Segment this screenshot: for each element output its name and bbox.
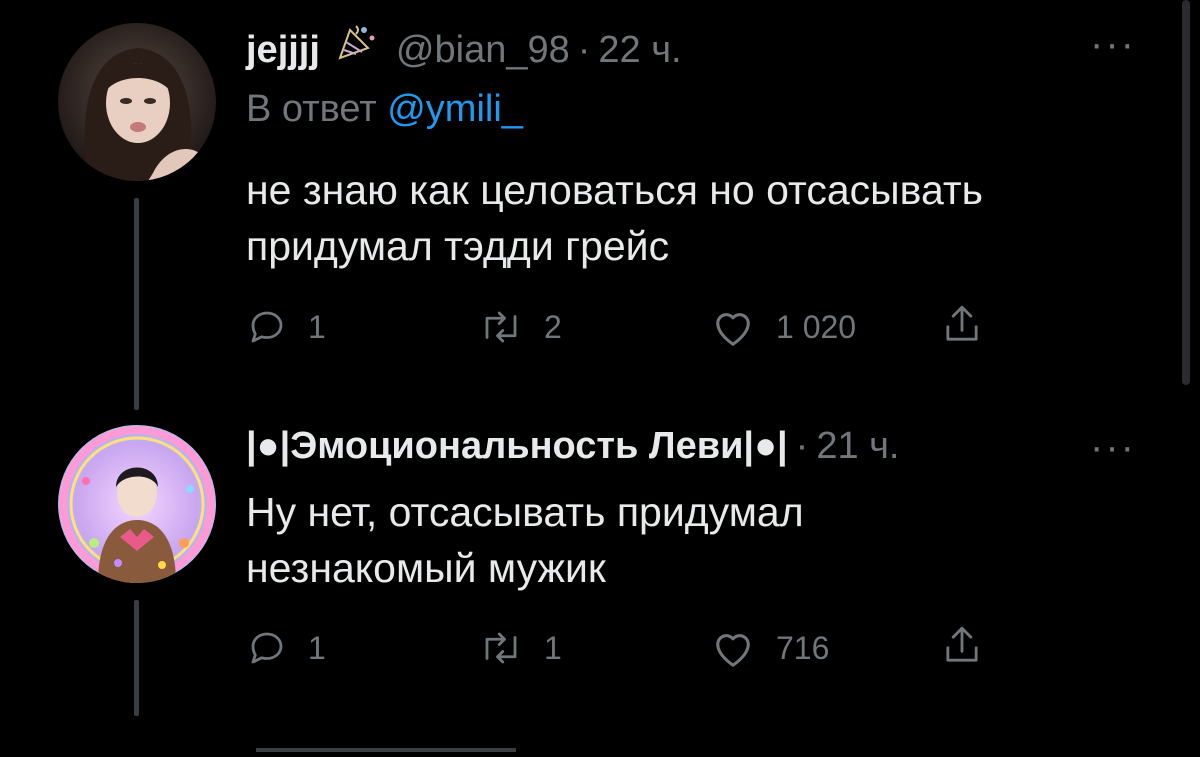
avatar-anime-image: [58, 425, 216, 583]
reply-mention-link[interactable]: @ymili_: [387, 88, 523, 130]
timestamp[interactable]: 22 ч.: [598, 29, 681, 72]
next-item-peek: [256, 748, 516, 752]
tweet-text-line: придумал тэдди грейс: [246, 223, 670, 269]
timestamp[interactable]: 21 ч.: [816, 425, 899, 468]
reply-count: 1: [308, 629, 326, 666]
reply-count: 1: [308, 308, 326, 345]
tweet-text-line: Ну нет, отсасывать придумал: [246, 489, 804, 535]
party-popper-emoji: [334, 22, 378, 62]
display-name[interactable]: jejjjj: [246, 29, 320, 72]
avatar-portrait-image: [58, 23, 216, 181]
display-name[interactable]: |●|Эмоциональность Леви|●|: [246, 425, 788, 468]
more-icon[interactable]: ···: [1090, 427, 1136, 467]
share-button[interactable]: [940, 623, 984, 669]
like-button[interactable]: 716: [710, 627, 829, 669]
handle[interactable]: @bian_98: [396, 29, 570, 72]
like-icon: [716, 313, 750, 346]
tweet-2-text: Ну нет, отсасывать придумал незнакомый м…: [246, 484, 804, 596]
tweet-text-line: незнакомый мужик: [246, 545, 606, 591]
reply-label: В ответ: [246, 88, 377, 130]
like-count: 1 020: [776, 308, 857, 345]
scrollbar[interactable]: [1182, 0, 1190, 385]
tweet-text-line: не знаю как целоваться но отсасывать: [246, 167, 983, 213]
retweet-button[interactable]: 1: [478, 627, 562, 669]
retweet-count: 2: [544, 308, 562, 345]
share-icon: [946, 305, 978, 341]
tweet-1-text: не знаю как целоваться но отсасывать при…: [246, 162, 983, 274]
retweet-icon: [485, 311, 517, 343]
reply-button[interactable]: 1: [246, 306, 326, 348]
thread-connector-1: [134, 198, 139, 410]
thread-connector-2: [134, 600, 139, 716]
separator: ·: [795, 425, 809, 467]
separator: ·: [577, 29, 591, 71]
avatar-jejjjj[interactable]: [58, 23, 216, 181]
like-count: 716: [776, 629, 830, 666]
share-button[interactable]: [940, 302, 984, 348]
reply-context: В ответ @ymili_: [246, 88, 523, 131]
like-icon: [716, 634, 750, 667]
avatar-levi[interactable]: [58, 425, 216, 583]
share-icon: [946, 626, 978, 662]
reply-icon: [251, 311, 283, 343]
retweet-button[interactable]: 2: [478, 306, 562, 348]
like-button[interactable]: 1 020: [710, 306, 856, 348]
more-icon[interactable]: ···: [1090, 24, 1136, 64]
retweet-icon: [485, 632, 517, 664]
reply-button[interactable]: 1: [246, 627, 326, 669]
tweet-2-header: |●|Эмоциональность Леви|●| · 21 ч.: [246, 425, 900, 468]
retweet-count: 1: [544, 629, 562, 666]
reply-icon: [251, 632, 283, 664]
tweet-1-header: jejjjj @bian_98 · 22 ч.: [246, 22, 682, 72]
